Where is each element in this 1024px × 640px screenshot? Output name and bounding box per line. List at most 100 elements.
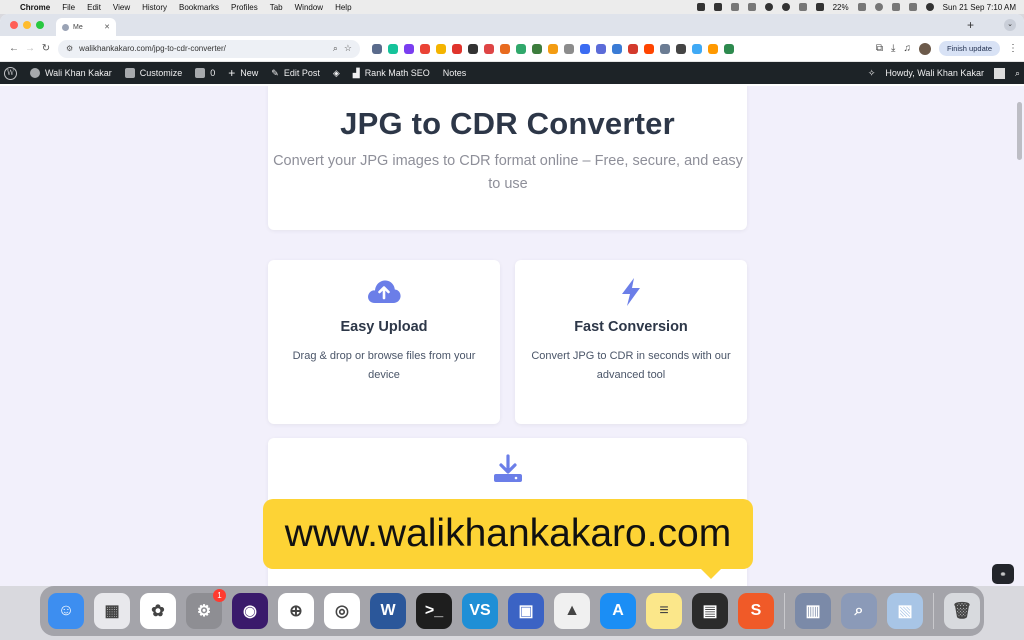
status-upload-icon[interactable] bbox=[747, 3, 756, 11]
link-extension-icon[interactable] bbox=[660, 43, 670, 54]
reload-icon[interactable]: ↻ bbox=[38, 43, 54, 54]
status-record-icon[interactable] bbox=[781, 3, 790, 11]
minimize-window-button[interactable] bbox=[23, 21, 31, 29]
notes-link[interactable]: Notes bbox=[443, 68, 467, 78]
edit-post-link[interactable]: ✎ Edit Post bbox=[271, 68, 320, 79]
status-cloud-icon[interactable] bbox=[730, 3, 739, 11]
shield-extension-icon[interactable] bbox=[372, 43, 382, 54]
word-icon[interactable]: W bbox=[370, 593, 406, 629]
forward-arrow-icon[interactable]: → bbox=[22, 43, 38, 54]
menu-bookmarks[interactable]: Bookmarks bbox=[179, 3, 219, 12]
d-extension-icon[interactable] bbox=[596, 43, 606, 54]
menu-tab[interactable]: Tab bbox=[270, 3, 283, 12]
rank-extension-icon[interactable] bbox=[484, 43, 494, 54]
m-extension-icon[interactable] bbox=[692, 43, 702, 54]
zoom-lens-icon[interactable]: ⌕ bbox=[333, 43, 338, 54]
u-extension-icon[interactable] bbox=[564, 43, 574, 54]
copy-extension-icon[interactable] bbox=[436, 43, 446, 54]
system-settings-icon[interactable]: ⚙ 1 bbox=[186, 589, 226, 629]
robot-extension-icon[interactable] bbox=[628, 43, 638, 54]
trash-icon[interactable]: 🗑 bbox=[944, 593, 980, 629]
search-spotlight-icon[interactable] bbox=[891, 3, 900, 11]
status-volume-icon[interactable] bbox=[798, 3, 807, 11]
dark-extension-icon[interactable] bbox=[468, 43, 478, 54]
rank-math-link[interactable]: ▟ Rank Math SEO bbox=[353, 68, 430, 79]
howdy-label[interactable]: Howdy, Wali Khan Kakar bbox=[885, 68, 984, 78]
chrome-icon[interactable]: ◎ bbox=[324, 593, 360, 629]
battery-icon[interactable] bbox=[857, 3, 866, 11]
finish-update-button[interactable]: Finish update bbox=[938, 41, 1000, 56]
terminal-icon[interactable]: >_ bbox=[416, 593, 452, 629]
comments-link[interactable]: 0 bbox=[195, 68, 215, 78]
safari-icon[interactable]: ⊕ bbox=[278, 593, 314, 629]
bolt-extension-icon[interactable] bbox=[548, 43, 558, 54]
photos-icon[interactable]: ✿ bbox=[140, 593, 176, 629]
address-url[interactable]: walikhankakaro.com/jpg-to-cdr-converter/ bbox=[79, 44, 327, 53]
folder-stack-icon[interactable]: ▥ bbox=[795, 593, 831, 629]
blue-circle-extension-icon[interactable] bbox=[580, 43, 590, 54]
chrome-menu-icon[interactable]: ⋮ bbox=[1008, 43, 1018, 54]
activity-monitor-icon[interactable]: ▤ bbox=[692, 593, 728, 629]
new-content-link[interactable]: + New bbox=[228, 66, 258, 80]
close-window-button[interactable] bbox=[10, 21, 18, 29]
meter-extension-icon[interactable] bbox=[676, 43, 686, 54]
notes-icon[interactable]: ≡ bbox=[646, 593, 682, 629]
zoom-window-button[interactable] bbox=[36, 21, 44, 29]
reddit-icon[interactable] bbox=[644, 43, 654, 54]
customize-link[interactable]: Customize bbox=[124, 68, 182, 78]
vlc-icon[interactable]: ▲ bbox=[554, 593, 590, 629]
launchpad-icon[interactable]: ▦ bbox=[94, 593, 130, 629]
admin-search-icon[interactable]: ⌕ bbox=[1015, 68, 1020, 79]
input-source-icon[interactable] bbox=[815, 3, 824, 11]
site-name-link[interactable]: Wali Khan Kakar bbox=[30, 68, 112, 78]
menu-clock[interactable]: Sun 21 Sep 7:10 AM bbox=[943, 3, 1016, 12]
menu-app-name[interactable]: Chrome bbox=[20, 3, 50, 12]
app-store-icon[interactable]: A bbox=[600, 593, 636, 629]
page-scrollbar[interactable] bbox=[1017, 102, 1022, 160]
profile-avatar[interactable] bbox=[918, 42, 931, 55]
media-control-icon[interactable]: ♫ bbox=[903, 43, 911, 54]
menu-view[interactable]: View bbox=[113, 3, 130, 12]
wp-logo-button[interactable]: W bbox=[4, 66, 17, 80]
status-app-icon[interactable] bbox=[696, 3, 705, 11]
menu-file[interactable]: File bbox=[62, 3, 75, 12]
tool-extension-icon[interactable] bbox=[516, 43, 526, 54]
new-tab-button[interactable]: + bbox=[967, 18, 974, 32]
ai-extension-icon[interactable] bbox=[724, 43, 734, 54]
menu-help[interactable]: Help bbox=[335, 3, 351, 12]
status-play-icon[interactable] bbox=[764, 3, 773, 11]
extensions-puzzle-icon[interactable]: ⧉ bbox=[876, 43, 883, 54]
blue-square-app-icon[interactable]: ▣ bbox=[508, 593, 544, 629]
active-tab[interactable]: Me ✕ bbox=[56, 18, 116, 36]
extension-badge-icon[interactable] bbox=[404, 43, 414, 54]
ai-sparkle-icon[interactable]: ✧ bbox=[868, 68, 876, 79]
site-info-icon[interactable]: ⚙ bbox=[66, 44, 73, 53]
menu-profiles[interactable]: Profiles bbox=[231, 3, 258, 12]
color-picker-icon[interactable] bbox=[452, 43, 462, 54]
tab-search-chevron-icon[interactable]: ⌄ bbox=[1004, 19, 1016, 31]
menu-window[interactable]: Window bbox=[295, 3, 323, 12]
siri-icon[interactable] bbox=[925, 3, 934, 11]
amazon-icon[interactable] bbox=[708, 43, 718, 54]
back-arrow-icon[interactable]: ← bbox=[6, 43, 22, 54]
downloads-icon[interactable]: ⤓ bbox=[891, 43, 895, 54]
tag-extension-icon[interactable] bbox=[532, 43, 542, 54]
pin-extension-icon[interactable] bbox=[500, 43, 510, 54]
vs-app-icon[interactable]: VS bbox=[462, 593, 498, 629]
user-avatar[interactable] bbox=[993, 67, 1005, 79]
check-extension-icon[interactable] bbox=[612, 43, 622, 54]
firefox-icon[interactable]: ◉ bbox=[232, 593, 268, 629]
menu-history[interactable]: History bbox=[142, 3, 167, 12]
floating-tool-button[interactable]: ⚭ bbox=[992, 564, 1014, 584]
elementor-link[interactable]: ◈ bbox=[333, 68, 340, 79]
preview-stack-icon[interactable]: ⌕ bbox=[841, 593, 877, 629]
finder-icon[interactable]: ☺ bbox=[48, 593, 84, 629]
control-center-icon[interactable] bbox=[908, 3, 917, 11]
gmail-icon[interactable] bbox=[420, 43, 430, 54]
grammarly-icon[interactable] bbox=[388, 43, 398, 54]
wifi-icon[interactable] bbox=[874, 3, 883, 11]
s-app-icon[interactable]: S bbox=[738, 593, 774, 629]
status-s-icon[interactable] bbox=[713, 3, 722, 11]
address-bar[interactable]: ⚙ walikhankakaro.com/jpg-to-cdr-converte… bbox=[58, 39, 360, 58]
screenshot-stack-icon[interactable]: ▧ bbox=[887, 593, 923, 629]
